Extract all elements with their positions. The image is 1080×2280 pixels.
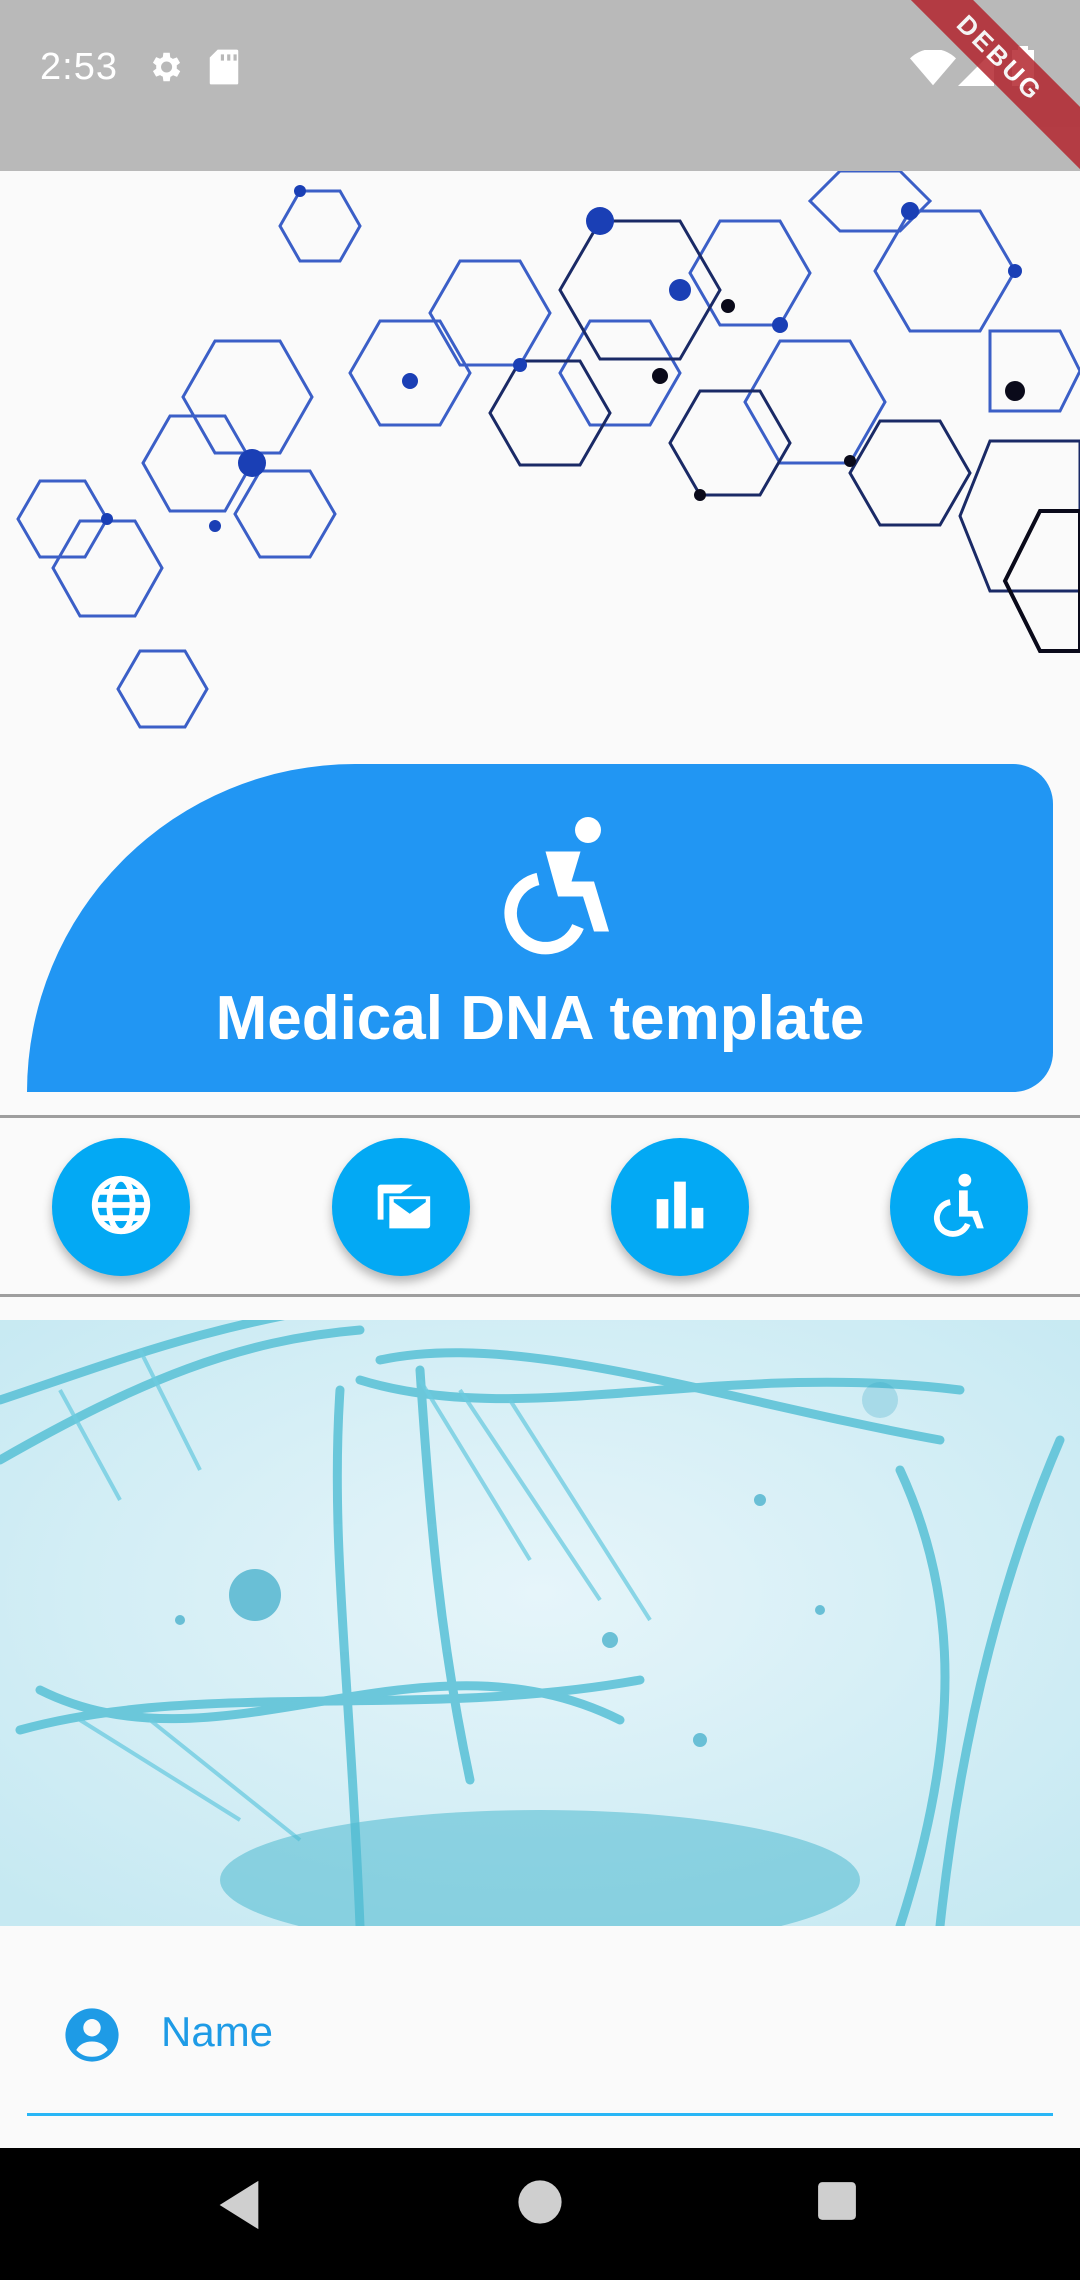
home-icon[interactable]: [516, 2178, 564, 2231]
header-card: Medical DNA template: [27, 764, 1053, 1092]
sd-card-icon: [208, 48, 240, 91]
bar-chart-icon: [645, 1170, 715, 1245]
action-button-row: [0, 1116, 1080, 1296]
status-time: 2:53: [40, 46, 118, 88]
page-title: Medical DNA template: [215, 984, 865, 1053]
hexagon-molecule-illustration: [16, 171, 1080, 729]
status-bar: 2:53 DEBUG: [0, 0, 1080, 180]
globe-icon: [86, 1170, 156, 1245]
divider-bottom: [0, 1294, 1080, 1297]
wifi-icon: [910, 48, 956, 91]
bar-chart-button[interactable]: [611, 1138, 749, 1276]
globe-button[interactable]: [52, 1138, 190, 1276]
navigation-bar: [0, 2148, 1080, 2280]
wheelchair-icon: [503, 814, 623, 969]
name-field[interactable]: Name: [27, 1960, 1053, 2116]
accessible-icon: [924, 1170, 994, 1245]
accessibility-button[interactable]: [890, 1138, 1028, 1276]
name-field-underline: [27, 2113, 1053, 2116]
mail-icon: [366, 1170, 436, 1245]
name-field-label: Name: [161, 2008, 274, 2055]
mail-button[interactable]: [332, 1138, 470, 1276]
dna-helix-image: [0, 1320, 1080, 1926]
back-icon[interactable]: [214, 2176, 264, 2239]
account-circle-icon: [63, 2006, 121, 2069]
gear-icon: [146, 48, 184, 91]
recents-icon[interactable]: [816, 2180, 858, 2227]
